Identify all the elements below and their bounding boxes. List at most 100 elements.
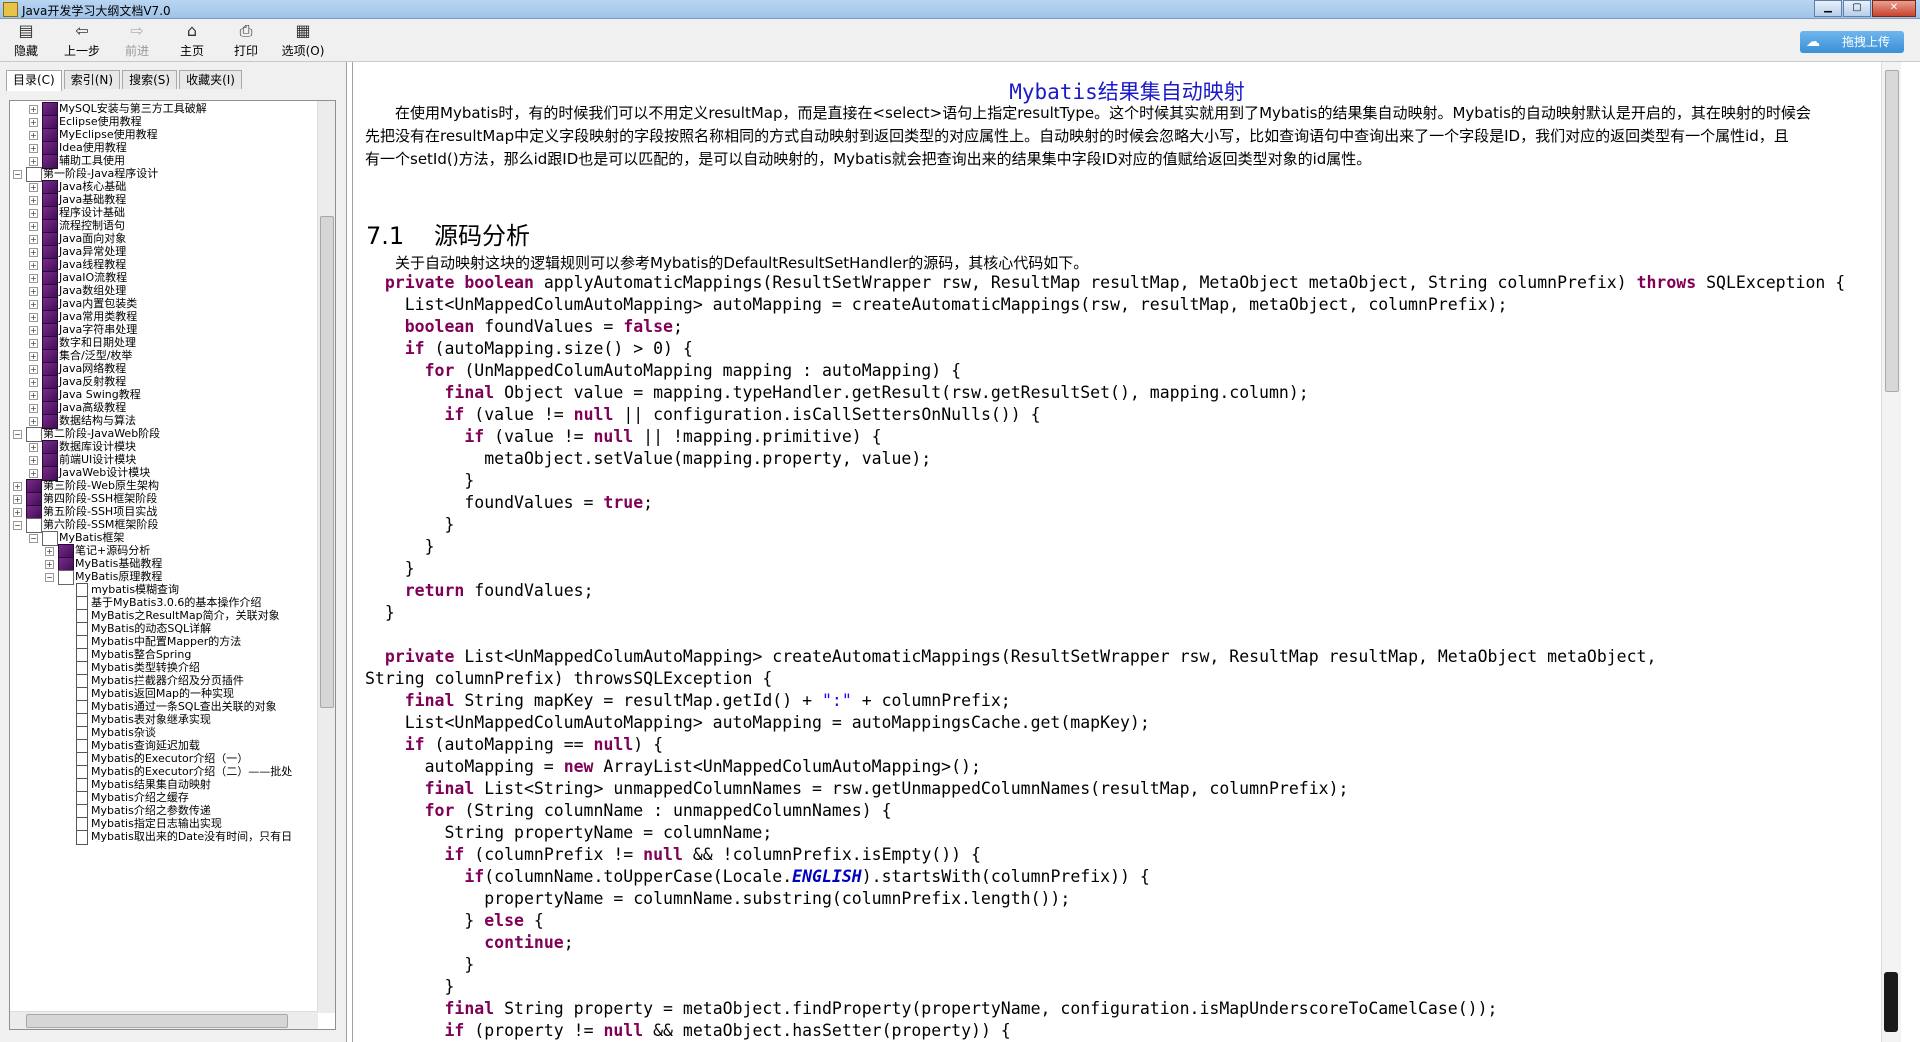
expand-icon[interactable]: + <box>29 404 38 413</box>
code-line: for (String columnName : unmappedColumnN… <box>424 801 892 820</box>
expand-icon[interactable]: + <box>29 222 38 231</box>
collapse-icon[interactable]: − <box>13 170 22 179</box>
expand-icon[interactable]: + <box>29 196 38 205</box>
expand-icon[interactable]: + <box>29 365 38 374</box>
title-bar: Java开发学习大纲文档V7.0 ▁ ▢ ✕ <box>0 0 1920 19</box>
open-book-icon <box>26 518 42 533</box>
home-button[interactable]: ⌂ 主页 <box>168 22 216 60</box>
tree-item-label: Mybatis取出来的Date没有时间，只有日 <box>91 830 293 843</box>
expand-icon[interactable]: + <box>29 456 38 465</box>
expand-icon[interactable]: + <box>29 248 38 257</box>
tab-search[interactable]: 搜索(S) <box>122 70 178 89</box>
section-title: 源码分析 <box>434 222 530 250</box>
expand-icon[interactable]: + <box>29 313 38 322</box>
expand-icon[interactable]: + <box>29 352 38 361</box>
expand-icon[interactable]: + <box>29 339 38 348</box>
expand-icon[interactable]: + <box>29 300 38 309</box>
expand-icon[interactable]: + <box>29 157 38 166</box>
back-button[interactable]: ⇦ 上一步 <box>58 22 106 60</box>
scroll-thumb[interactable] <box>26 1014 288 1028</box>
expand-icon[interactable]: + <box>13 508 22 517</box>
tab-favorites[interactable]: 收藏夹(I) <box>179 70 242 89</box>
open-book-icon <box>26 167 42 182</box>
cloud-icon: ☁ <box>1806 34 1820 50</box>
window-controls: ▁ ▢ ✕ <box>1813 0 1916 17</box>
intro-paragraph: 在使用Mybatis时，有的时候我们可以不用定义resultMap，而是直接在<… <box>365 102 1895 171</box>
expand-icon[interactable]: + <box>29 378 38 387</box>
minimize-icon[interactable]: ▁ <box>1814 0 1842 17</box>
code-line: List<UnMappedColumAutoMapping> autoMappi… <box>365 713 1150 732</box>
open-book-icon <box>58 570 74 585</box>
scroll-thumb[interactable] <box>1885 70 1899 392</box>
expand-icon[interactable]: + <box>29 417 38 426</box>
collapse-icon[interactable]: − <box>29 534 38 543</box>
tree-horizontal-scrollbar[interactable] <box>10 1011 318 1029</box>
expand-icon[interactable]: + <box>29 183 38 192</box>
expand-icon[interactable]: + <box>29 209 38 218</box>
code-line: if (autoMapping == null) { <box>404 735 664 754</box>
scroll-thumb[interactable] <box>320 216 334 708</box>
expand-icon[interactable]: + <box>29 469 38 478</box>
collapse-icon[interactable]: − <box>45 573 54 582</box>
expand-icon[interactable]: + <box>29 105 38 114</box>
expand-icon[interactable]: + <box>13 495 22 504</box>
document-vertical-scrollbar[interactable] <box>1881 62 1901 1042</box>
expand-icon[interactable]: + <box>29 131 38 140</box>
code-line: if(columnName.toUpperCase(Locale.ENGLISH… <box>464 867 1150 886</box>
expand-icon[interactable]: + <box>29 326 38 335</box>
code-line: autoMapping = new ArrayList<UnMappedColu… <box>365 757 981 776</box>
toolbar: ▤ 隐藏 ⇦ 上一步 ⇨ 前进 ⌂ 主页 ⎙ 打印 ▦ 选项(O) ☁ 拖拽上传 <box>0 19 1920 62</box>
expand-icon[interactable]: + <box>45 547 54 556</box>
nav-tabs: 目录(C) 索引(N) 搜索(S) 收藏夹(I) <box>6 70 244 91</box>
code-line: String columnPrefix) throwsSQLException … <box>365 669 773 688</box>
code-line: final List<String> unmappedColumnNames =… <box>424 779 1349 798</box>
maximize-icon[interactable]: ▢ <box>1843 0 1871 17</box>
section-number: 7.1 <box>366 222 405 250</box>
expand-icon[interactable]: + <box>29 144 38 153</box>
navigation-pane: 目录(C) 索引(N) 搜索(S) 收藏夹(I) + MySQL安装与第三方工具破… <box>0 62 347 1042</box>
page-icon <box>76 830 88 845</box>
resize-grip <box>1884 972 1898 1032</box>
forward-button[interactable]: ⇨ 前进 <box>113 22 161 60</box>
collapse-icon[interactable]: − <box>13 430 22 439</box>
code-line: continue; <box>484 933 574 952</box>
back-arrow-icon: ⇦ <box>75 21 89 40</box>
code-line: } <box>365 977 455 996</box>
code-line: } <box>365 471 475 490</box>
drag-upload-button[interactable]: ☁ 拖拽上传 <box>1800 31 1904 53</box>
contents-tree: + MySQL安装与第三方工具破解 + Eclipse使用教程 + MyEclipse使用… <box>9 100 336 1030</box>
expand-icon[interactable]: + <box>29 287 38 296</box>
options-button[interactable]: ▦ 选项(O) <box>276 22 330 60</box>
expand-icon[interactable]: + <box>29 118 38 127</box>
print-button[interactable]: ⎙ 打印 <box>222 22 270 60</box>
code-line: boolean foundValues = false; <box>404 317 683 336</box>
expand-icon[interactable]: + <box>29 261 38 270</box>
code-block: private boolean applyAutomaticMappings(R… <box>365 272 1885 1042</box>
code-line: } else { <box>365 911 544 930</box>
code-line: final String mapKey = resultMap.getId() … <box>404 691 1011 710</box>
tree-vertical-scrollbar[interactable] <box>317 101 335 1013</box>
expand-icon[interactable]: + <box>29 443 38 452</box>
collapse-icon[interactable]: − <box>13 521 22 530</box>
expand-icon[interactable]: + <box>45 560 54 569</box>
code-line: if (value != null || !mapping.primitive)… <box>464 427 882 446</box>
code-line: } <box>365 537 435 556</box>
tab-contents[interactable]: 目录(C) <box>6 70 62 91</box>
expand-icon[interactable]: + <box>29 274 38 283</box>
expand-icon[interactable]: + <box>29 235 38 244</box>
hide-icon: ▤ <box>18 21 34 40</box>
code-line: if (autoMapping.size() > 0) { <box>404 339 693 358</box>
forward-arrow-icon: ⇨ <box>130 21 144 40</box>
code-line: foundValues = true; <box>365 493 654 512</box>
code-line: if (columnPrefix != null && !columnPrefi… <box>444 845 981 864</box>
section-heading: 7.1 源码分析 <box>366 216 530 251</box>
tab-index[interactable]: 索引(N) <box>63 70 121 89</box>
expand-icon[interactable]: + <box>13 482 22 491</box>
code-line: if (value != null || configuration.isCal… <box>444 405 1041 424</box>
code-line: if (property != null && metaObject.hasSe… <box>444 1021 1011 1040</box>
code-line: return foundValues; <box>404 581 594 600</box>
code-line: String propertyName = columnName; <box>365 823 773 842</box>
close-icon[interactable]: ✕ <box>1872 0 1916 17</box>
expand-icon[interactable]: + <box>29 391 38 400</box>
hide-button[interactable]: ▤ 隐藏 <box>2 22 50 60</box>
